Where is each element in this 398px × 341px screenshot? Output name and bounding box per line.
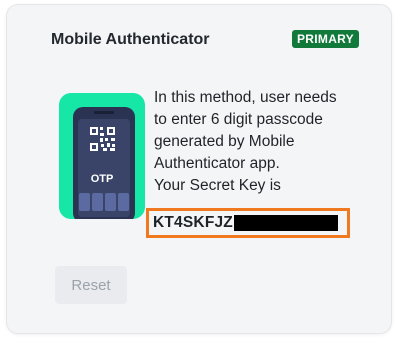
primary-badge: PRIMARY bbox=[292, 30, 359, 48]
card-title: Mobile Authenticator bbox=[51, 31, 210, 48]
description-line: In this method, user needs bbox=[154, 89, 337, 106]
phone-notch bbox=[94, 111, 114, 114]
mobile-otp-phone-icon: OTP bbox=[59, 93, 145, 219]
description-line: Your Secret Key is bbox=[154, 177, 281, 194]
reset-button[interactable]: Reset bbox=[55, 266, 127, 304]
secret-key-redaction bbox=[233, 215, 338, 231]
description-line: generated by Mobile bbox=[154, 133, 295, 150]
mobile-authenticator-card: Mobile Authenticator PRIMARY OTP In this… bbox=[6, 4, 392, 334]
description-line: Authenticator app. bbox=[154, 155, 280, 172]
phone-illustration bbox=[73, 107, 135, 219]
method-description: In this method, user needs to enter 6 di… bbox=[154, 87, 369, 197]
otp-label: OTP bbox=[90, 173, 114, 185]
secret-key-highlight: KT4SKFJZ bbox=[146, 208, 350, 238]
secret-key-value: KT4SKFJZ bbox=[153, 214, 233, 231]
description-line: to enter 6 digit passcode bbox=[154, 111, 323, 128]
